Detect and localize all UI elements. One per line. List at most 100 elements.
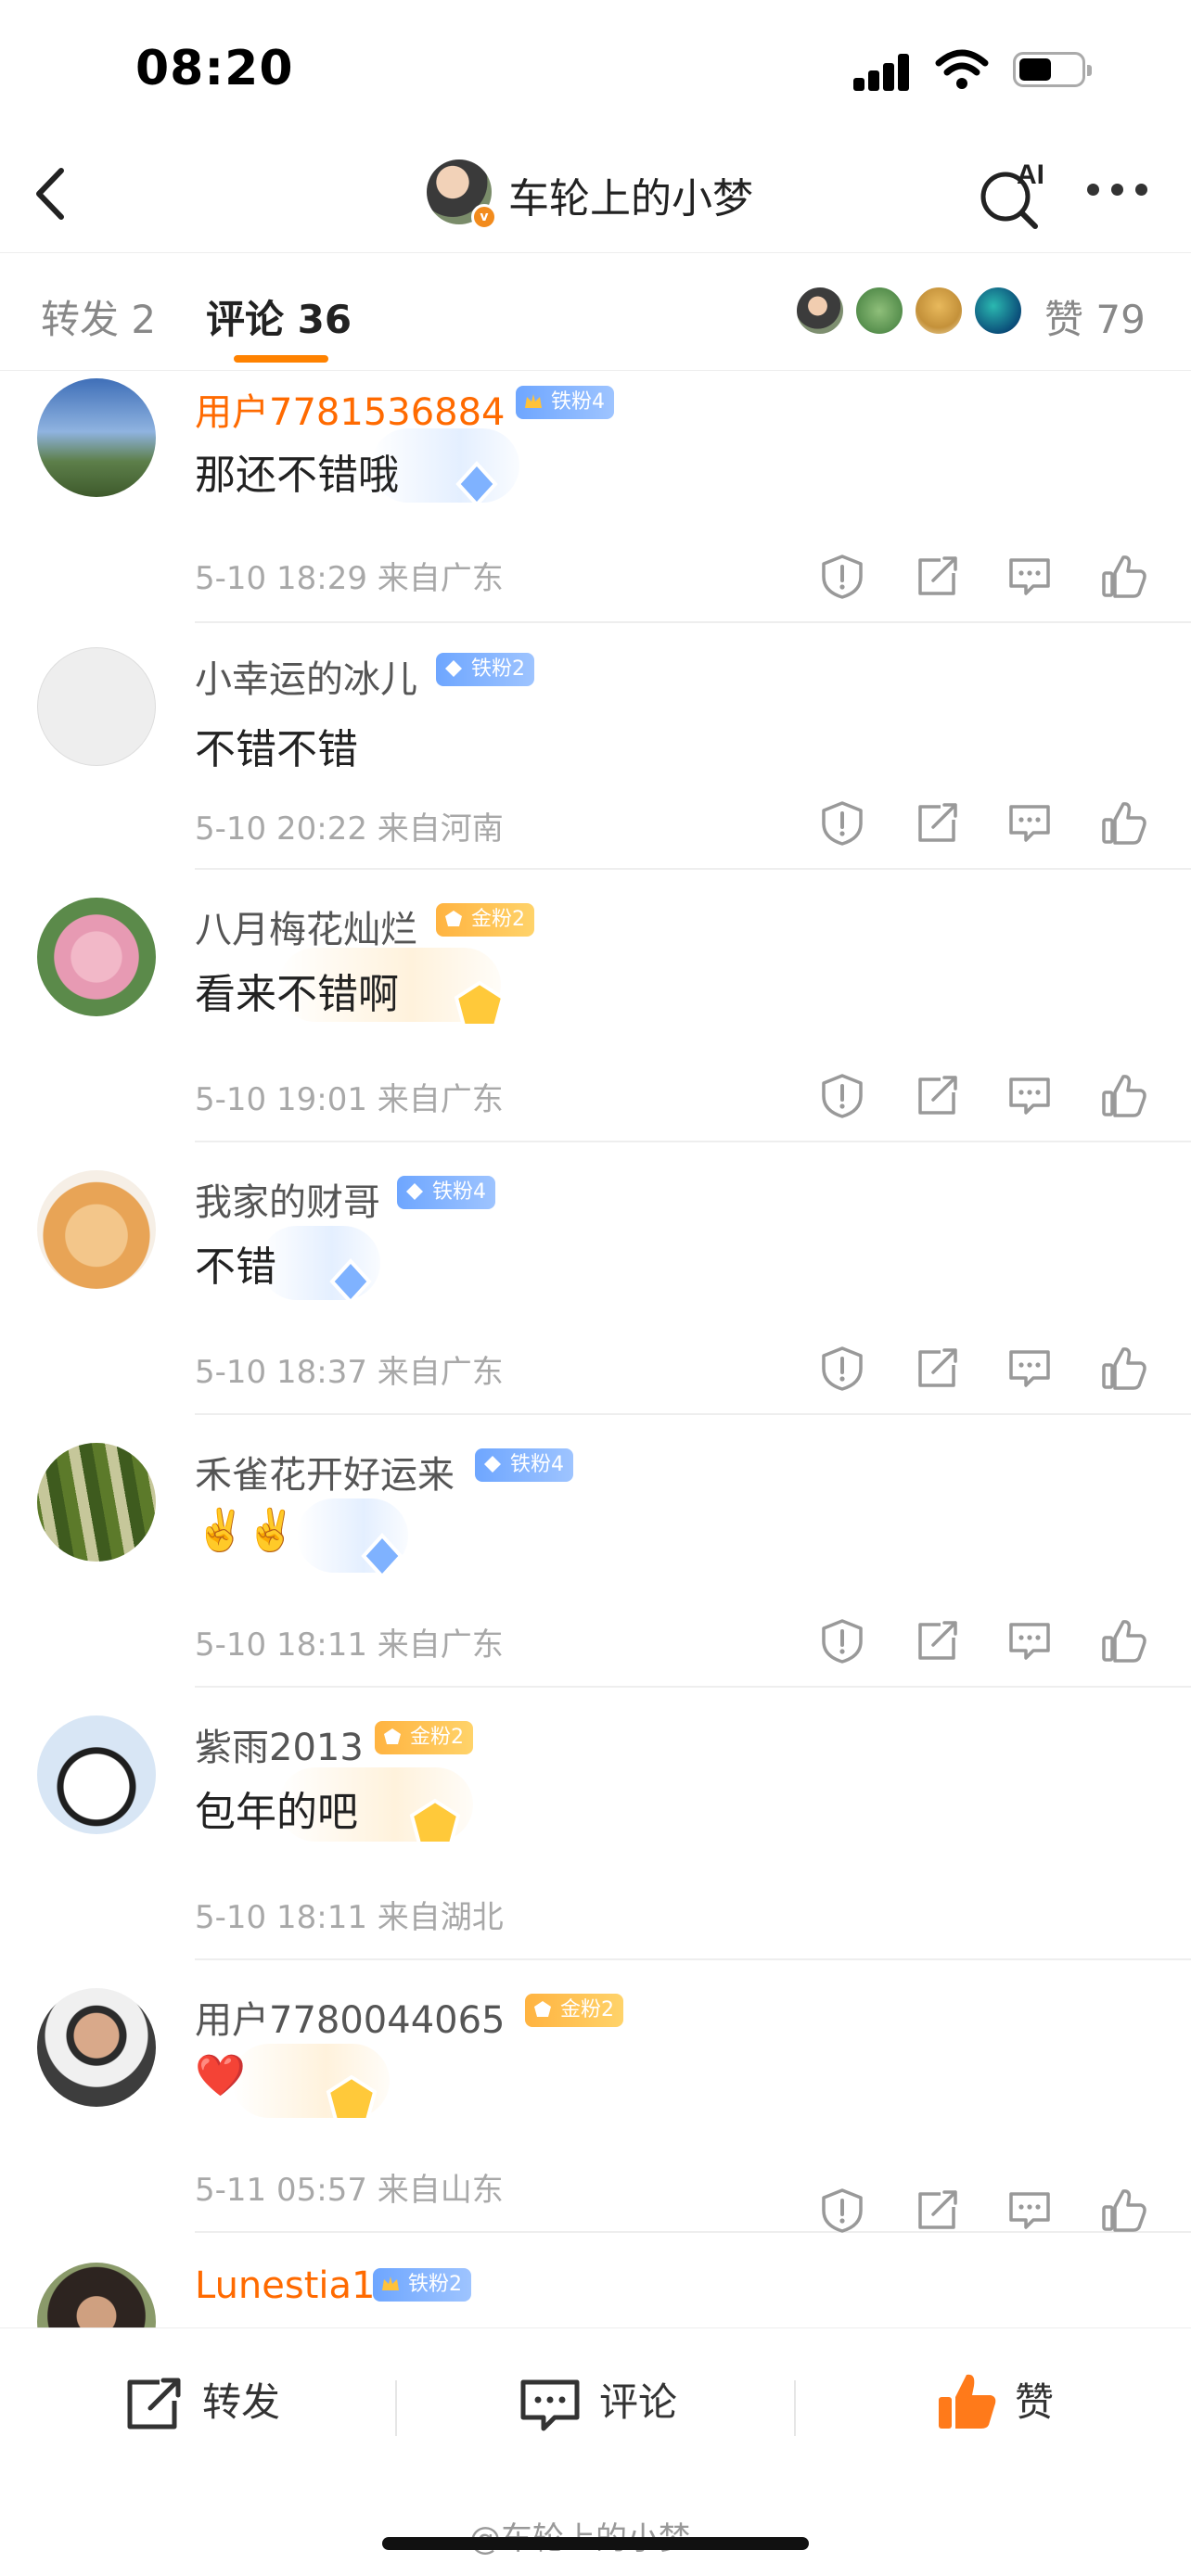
badge-label: 金粉2 xyxy=(471,908,525,931)
comment-meta: 5-10 20:22 来自河南 xyxy=(195,803,504,848)
like-button[interactable] xyxy=(1100,2187,1148,2235)
comment-meta: 5-11 05:57 来自山东 xyxy=(195,2164,504,2210)
tab-likes[interactable]: 赞 79 xyxy=(1044,288,1146,345)
username[interactable]: 我家的财哥 xyxy=(195,1172,380,1226)
report-button[interactable] xyxy=(818,2187,866,2235)
comment-location: 来自广东 xyxy=(377,560,504,597)
comment-meta: 5-10 18:37 来自广东 xyxy=(195,1346,504,1392)
like-button[interactable] xyxy=(1100,799,1148,848)
reply-button[interactable] xyxy=(1005,1345,1054,1393)
likes-label: 赞 xyxy=(1044,297,1084,342)
liker-avatar[interactable] xyxy=(794,285,846,337)
divider xyxy=(794,2380,796,2436)
gold-gem-icon xyxy=(454,980,506,1027)
comment-icon xyxy=(520,2379,580,2431)
reply-button[interactable] xyxy=(1005,2187,1054,2235)
share-button[interactable] xyxy=(913,799,961,848)
comment-time: 5-11 05:57 xyxy=(195,2172,367,2209)
comment-label[interactable]: 评论 xyxy=(599,2371,677,2428)
badge-label: 铁粉4 xyxy=(510,1453,564,1476)
comment-meta: 5-10 18:29 来自广东 xyxy=(195,553,504,598)
avatar[interactable] xyxy=(37,1170,156,1289)
tab-comments[interactable]: 评论 36 xyxy=(206,288,352,345)
username[interactable]: 八月梅花灿烂 xyxy=(195,899,417,953)
share-button[interactable] xyxy=(913,1345,961,1393)
like-button[interactable] xyxy=(1100,1072,1148,1120)
cellular-signal-icon xyxy=(853,52,918,91)
divider xyxy=(195,1141,1191,1142)
diamond-icon xyxy=(484,1456,501,1473)
username[interactable]: 紫雨2013 xyxy=(195,1717,364,1771)
tab-repost[interactable]: 转发 2 xyxy=(41,288,156,345)
report-button[interactable] xyxy=(818,1617,866,1665)
report-button[interactable] xyxy=(818,553,866,601)
share-button[interactable] xyxy=(913,1072,961,1120)
page-title[interactable]: 车轮上的小梦 xyxy=(508,165,753,224)
likes-count: 79 xyxy=(1095,297,1146,342)
avatar[interactable] xyxy=(37,1443,156,1562)
comment-time: 5-10 18:11 xyxy=(195,1899,367,1936)
back-arrow-icon[interactable] xyxy=(28,163,74,224)
repost-label[interactable]: 转发 xyxy=(202,2371,280,2428)
avatar[interactable] xyxy=(37,1715,156,1834)
gold-gem-icon xyxy=(384,1728,401,1744)
fan-badge: 金粉2 xyxy=(375,1721,473,1754)
report-button[interactable] xyxy=(818,1345,866,1393)
liker-avatar[interactable] xyxy=(913,285,965,337)
share-button[interactable] xyxy=(913,1617,961,1665)
badge-label: 铁粉4 xyxy=(551,390,605,414)
comment-location: 来自广东 xyxy=(377,1626,504,1664)
comment-text: ✌️✌️ xyxy=(195,1507,297,1554)
username[interactable]: 用户7780044065 xyxy=(195,1990,506,2044)
more-options-icon[interactable] xyxy=(1087,184,1152,202)
badge-label: 铁粉2 xyxy=(471,657,525,681)
divider xyxy=(195,1413,1191,1415)
divider xyxy=(195,1686,1191,1688)
home-indicator xyxy=(382,2537,809,2550)
like-button[interactable] xyxy=(1100,553,1148,601)
repost-button[interactable] xyxy=(122,2377,187,2432)
share-button[interactable] xyxy=(913,2187,961,2235)
gold-gem-icon xyxy=(409,1798,461,1845)
fan-badge: 金粉2 xyxy=(436,903,534,937)
report-icon xyxy=(822,555,863,599)
share-icon xyxy=(918,1621,957,1660)
report-button[interactable] xyxy=(818,799,866,848)
comment-button[interactable] xyxy=(518,2377,583,2434)
tab-bar: 转发 2 评论 36 赞 79 xyxy=(0,252,1191,371)
report-button[interactable] xyxy=(818,1072,866,1120)
username[interactable]: 小幸运的冰儿 xyxy=(195,649,417,703)
reply-button[interactable] xyxy=(1005,553,1054,601)
avatar[interactable] xyxy=(37,378,156,497)
like-button[interactable] xyxy=(1100,1345,1148,1393)
like-label[interactable]: 赞 xyxy=(1015,2371,1054,2428)
liker-avatar[interactable] xyxy=(853,285,905,337)
tab-active-indicator xyxy=(234,355,328,363)
share-icon xyxy=(918,556,957,595)
username[interactable]: 禾雀花开好运来 xyxy=(195,1445,455,1498)
comment-location: 来自山东 xyxy=(377,2172,504,2209)
avatar[interactable] xyxy=(37,898,156,1016)
reply-button[interactable] xyxy=(1005,1072,1054,1120)
ai-search-icon[interactable]: AI xyxy=(976,156,1050,230)
fan-badge: 铁粉4 xyxy=(516,386,614,419)
reply-icon xyxy=(1009,805,1050,842)
badge-label: 铁粉4 xyxy=(432,1180,486,1204)
reply-button[interactable] xyxy=(1005,1617,1054,1665)
share-icon xyxy=(918,1348,957,1387)
like-icon xyxy=(1102,802,1146,845)
reply-button[interactable] xyxy=(1005,799,1054,848)
divider xyxy=(195,621,1191,623)
liker-avatar[interactable] xyxy=(972,285,1024,337)
username[interactable]: Lunestia1 xyxy=(195,2264,376,2307)
status-time: 08:20 xyxy=(135,41,294,96)
avatar[interactable] xyxy=(37,647,156,766)
avatar[interactable] xyxy=(37,1988,156,2107)
like-button[interactable] xyxy=(935,2369,1000,2434)
comment-time: 5-10 18:29 xyxy=(195,560,367,597)
report-icon xyxy=(822,801,863,846)
like-button[interactable] xyxy=(1100,1617,1148,1665)
fan-badge: 金粉2 xyxy=(525,1994,623,2027)
share-button[interactable] xyxy=(913,553,961,601)
verified-badge-icon: v xyxy=(471,204,497,230)
